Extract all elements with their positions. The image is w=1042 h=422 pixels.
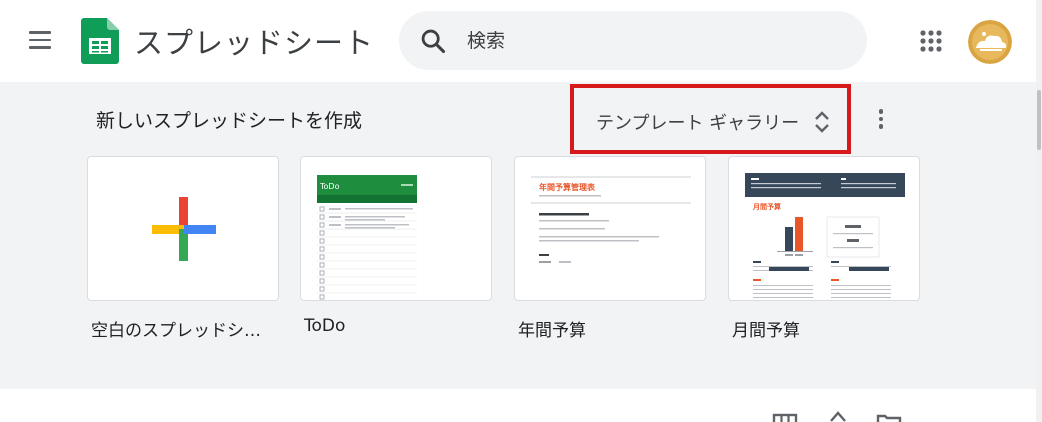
todo-thumbnail[interactable]: ToDo (300, 156, 492, 301)
monthly-budget-preview: 月間予算 (745, 173, 905, 298)
template-label: 年間予算 (518, 321, 586, 341)
template-label: 空白のスプレッドシ… (91, 321, 261, 341)
more-options-icon[interactable] (870, 106, 892, 136)
app-title[interactable]: スプレッドシート (134, 20, 374, 62)
hamburger-menu-icon[interactable] (22, 26, 58, 54)
annual-budget-thumbnail[interactable]: 年間予算管理表 (514, 156, 706, 301)
template-gallery-label: テンプレート ギャラリー (596, 113, 800, 134)
folder-icon[interactable] (876, 413, 902, 422)
annual-budget-preview-title: 年間予算管理表 (539, 182, 596, 192)
scrollbar-thumb[interactable] (1037, 90, 1041, 150)
sort-az-icon[interactable] (826, 411, 852, 422)
sheets-logo-icon[interactable] (81, 18, 119, 64)
search-input[interactable] (467, 27, 847, 55)
todo-preview: ToDo (317, 175, 417, 300)
blank-thumbnail[interactable] (87, 156, 279, 301)
template-gallery-button[interactable]: テンプレート ギャラリー (570, 84, 851, 154)
monthly-budget-thumbnail[interactable]: 月間予算 (728, 156, 920, 301)
monthly-budget-preview-title: 月間予算 (752, 202, 781, 211)
avatar[interactable] (968, 20, 1012, 64)
apps-grid-icon[interactable] (914, 24, 948, 58)
file-list-header (0, 389, 1036, 422)
grid-view-icon[interactable] (772, 413, 800, 422)
section-title: 新しいスプレッドシートを作成 (96, 110, 363, 132)
search-icon[interactable] (419, 27, 447, 55)
todo-preview-title: ToDo (319, 182, 340, 191)
template-label: ToDo (304, 316, 346, 336)
search-bar[interactable] (399, 11, 867, 70)
template-section: 新しいスプレッドシートを作成 テンプレート ギャラリー 空白のスプレッドシ… T… (0, 82, 1036, 389)
app-header: スプレッドシート (0, 0, 1042, 80)
unfold-icon (815, 111, 829, 133)
template-label: 月間予算 (732, 321, 800, 341)
annual-budget-preview: 年間予算管理表 (531, 176, 691, 263)
plus-icon (152, 197, 216, 261)
scrollbar-track[interactable] (1036, 0, 1042, 422)
